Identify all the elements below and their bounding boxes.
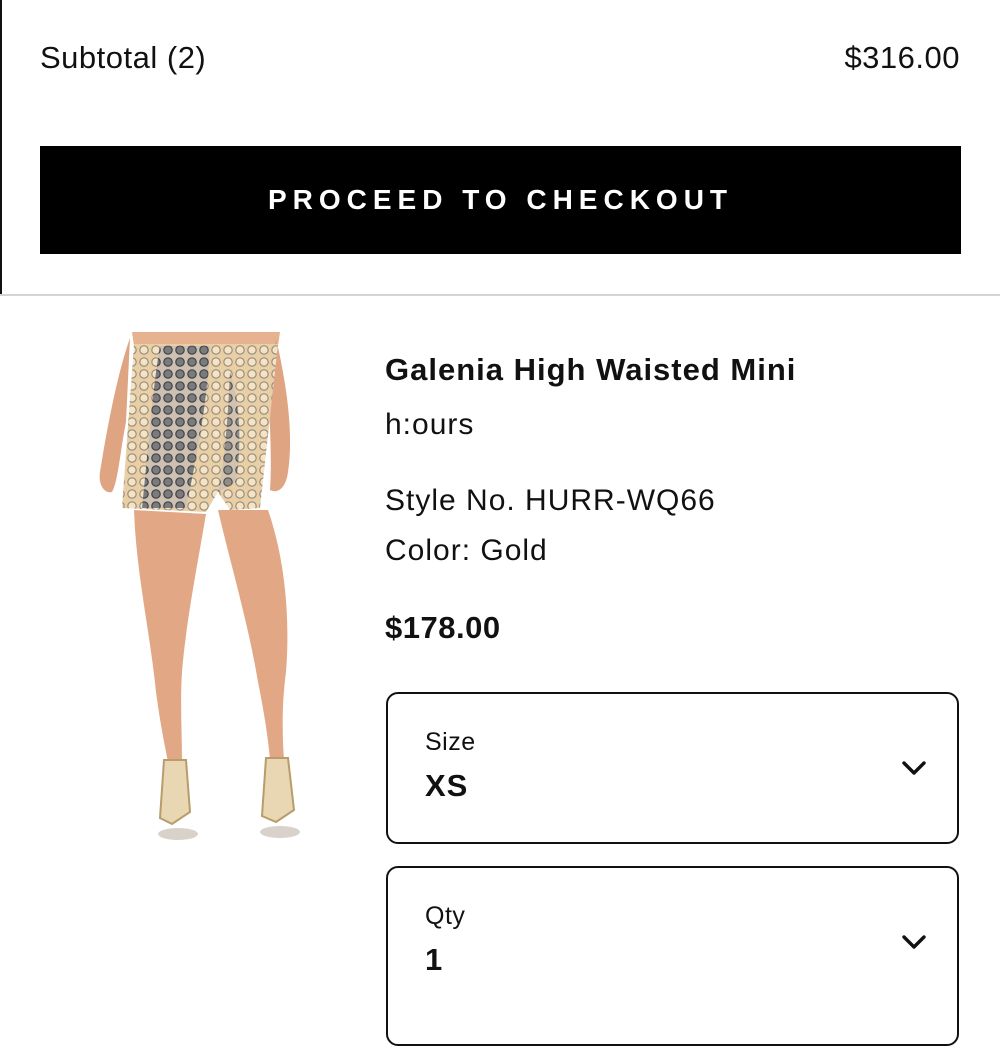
product-brand[interactable]: h:ours [385, 408, 474, 442]
product-style-number: Style No. HURR-WQ66 [385, 484, 716, 517]
size-select-label: Size [425, 728, 476, 756]
chevron-down-icon [902, 935, 926, 949]
quantity-select-label: Qty [425, 902, 466, 930]
subtotal-row: Subtotal (2) $316.00 [40, 36, 960, 80]
proceed-to-checkout-button[interactable]: PROCEED TO CHECKOUT [40, 146, 961, 254]
section-divider [0, 294, 1000, 296]
chevron-down-icon [902, 761, 926, 775]
subtotal-label: Subtotal (2) [40, 40, 207, 75]
quantity-select[interactable]: Qty 1 [386, 866, 959, 1046]
product-price: $178.00 [385, 610, 501, 645]
size-select[interactable]: Size XS [386, 692, 959, 844]
product-image[interactable] [90, 332, 320, 846]
left-edge-border [0, 0, 2, 295]
quantity-select-value: 1 [425, 942, 444, 977]
product-color: Color: Gold [385, 534, 548, 567]
subtotal-amount: $316.00 [844, 40, 960, 75]
size-select-value: XS [425, 768, 469, 803]
product-name[interactable]: Galenia High Waisted Mini [385, 352, 796, 388]
